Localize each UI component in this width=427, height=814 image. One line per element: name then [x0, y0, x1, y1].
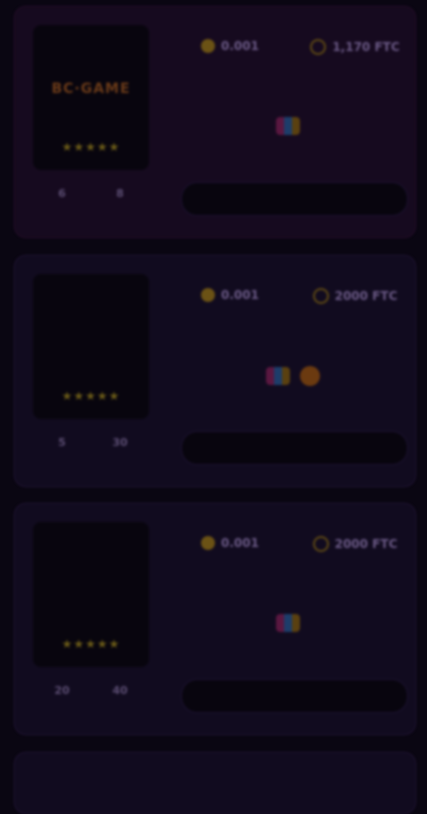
- mini-stat-value: 30: [112, 436, 128, 449]
- casino-card: ★★★★★ 20 40 0.001 2000 FTC: [14, 503, 416, 735]
- coin-icon: [201, 288, 216, 302]
- min-deposit-value: 0.001: [221, 39, 259, 53]
- max-bonus: 2000 FTC: [300, 274, 410, 304]
- casino-card: [14, 752, 416, 814]
- coin-icon: [201, 536, 216, 550]
- max-bonus: 1,170 FTC: [300, 25, 410, 55]
- visit-casino-button[interactable]: [181, 431, 408, 465]
- min-deposit: 0.001: [175, 25, 285, 53]
- mastercard-icon: [275, 614, 300, 632]
- max-bonus-value: 2000 FTC: [334, 537, 398, 551]
- rating-stars: ★★★★★: [61, 637, 121, 651]
- payment-methods: [175, 366, 410, 386]
- mini-stat-value: 8: [116, 187, 124, 200]
- visit-casino-button[interactable]: [181, 182, 408, 216]
- bitcoin-icon: [299, 366, 320, 386]
- mastercard-icon: [265, 367, 290, 385]
- casino-card: BC·GAME ★★★★★ 6 8 0.001 1,170 FTC: [14, 6, 416, 238]
- mini-stats: 20 40: [33, 674, 149, 714]
- mastercard-icon: [275, 117, 300, 135]
- bonus-coin-icon: [312, 536, 329, 552]
- coin-icon: [201, 39, 216, 53]
- min-deposit-value: 0.001: [221, 536, 259, 550]
- payment-methods: [175, 614, 410, 632]
- casino-list: BC·GAME ★★★★★ 6 8 0.001 1,170 FTC ★★★★★: [0, 0, 427, 814]
- max-bonus-value: 2000 FTC: [334, 289, 398, 303]
- min-deposit-value: 0.001: [221, 288, 259, 302]
- max-bonus: 2000 FTC: [300, 522, 410, 552]
- casino-logo: BC·GAME: [51, 81, 131, 97]
- casino-logo-box[interactable]: BC·GAME ★★★★★: [33, 25, 149, 170]
- bonus-coin-icon: [312, 288, 329, 304]
- casino-logo-box[interactable]: ★★★★★: [33, 522, 149, 667]
- casino-card: ★★★★★ 5 30 0.001 2000 FTC: [14, 255, 416, 487]
- mini-stat-value: 40: [112, 684, 128, 697]
- bonus-coin-icon: [310, 39, 327, 55]
- min-deposit: 0.001: [175, 274, 285, 302]
- mini-stat-value: 5: [58, 436, 66, 449]
- payment-methods: [175, 117, 410, 135]
- visit-casino-button[interactable]: [181, 679, 408, 713]
- rating-stars: ★★★★★: [61, 140, 121, 154]
- max-bonus-value: 1,170 FTC: [332, 40, 400, 54]
- mini-stats: 5 30: [33, 426, 149, 466]
- rating-stars: ★★★★★: [61, 389, 121, 403]
- mini-stats: 6 8: [33, 177, 149, 217]
- min-deposit: 0.001: [175, 522, 285, 550]
- casino-logo-box[interactable]: ★★★★★: [33, 274, 149, 419]
- mini-stat-value: 6: [58, 187, 66, 200]
- mini-stat-value: 20: [54, 684, 70, 697]
